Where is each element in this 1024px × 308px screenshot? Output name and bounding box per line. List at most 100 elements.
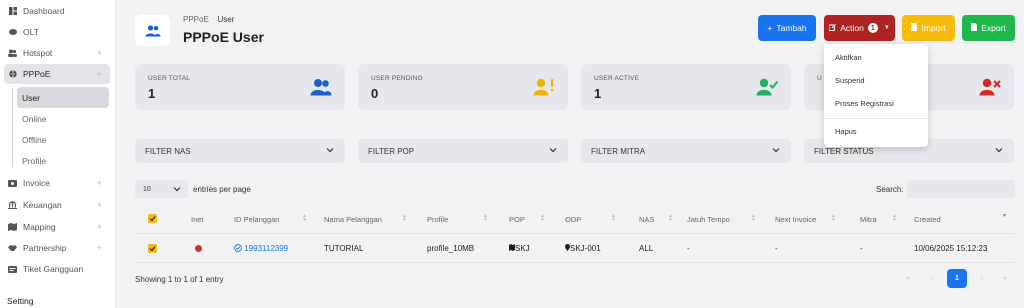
- sidebar-item-mapping[interactable]: Mapping +: [4, 217, 110, 237]
- stat-card-user-pending: USER PENDING 0: [358, 64, 568, 110]
- pagination-page-1[interactable]: 1: [947, 269, 967, 288]
- sort-icon[interactable]: ▲ ▼: [751, 214, 756, 223]
- tambah-label: Tambah: [776, 23, 807, 33]
- column-header-mitra[interactable]: Mitra: [860, 215, 877, 224]
- cell-odp: SKJ-001: [565, 244, 601, 253]
- expand-icon[interactable]: +: [97, 178, 102, 188]
- sidebar-item-invoice[interactable]: Invoice +: [4, 173, 110, 193]
- sidebar-item-label: Partnership: [23, 243, 67, 253]
- sidebar-item-label: OLT: [23, 27, 39, 37]
- cell-profile: profile_10MB: [427, 244, 475, 253]
- expand-icon[interactable]: +: [97, 48, 102, 58]
- menu-item-aktifkan[interactable]: Aktifkan: [835, 53, 862, 62]
- sort-icon[interactable]: ▲ ▼: [831, 214, 836, 223]
- sidebar-item-label: PPPoE: [23, 69, 51, 79]
- sidebar-item-tiket-gangguan[interactable]: Tiket Gangguan: [4, 259, 110, 279]
- filter-label: FILTER STATUS: [814, 146, 874, 156]
- olt-icon: [8, 28, 17, 37]
- sidebar-subitem-online[interactable]: Online: [17, 108, 109, 129]
- column-header-id-pelanggan[interactable]: ID Pelanggan: [234, 215, 279, 224]
- invoice-icon: [8, 179, 17, 188]
- pagination-first-button[interactable]: «: [898, 269, 918, 288]
- expand-icon[interactable]: +: [97, 243, 102, 253]
- sort-icon[interactable]: ▲ ▼: [611, 214, 616, 223]
- chevron-down-icon: [173, 187, 181, 192]
- menu-item-proses-registrasi[interactable]: Proses Registrasi: [835, 99, 894, 108]
- column-header-inet[interactable]: Inet: [191, 215, 204, 224]
- map-icon: [8, 223, 17, 232]
- filter-nas-select[interactable]: FILTER NAS: [135, 139, 345, 163]
- sort-icon[interactable]: ▲ ▼: [892, 214, 897, 223]
- sidebar: Dashboard OLT Hotspot + PPPoE + User Onl…: [0, 0, 116, 308]
- sidebar-item-olt[interactable]: OLT: [4, 22, 110, 42]
- column-header-profile[interactable]: Profile: [427, 215, 448, 224]
- filter-label: FILTER POP: [368, 146, 415, 156]
- sort-icon[interactable]: ▲ ▼: [302, 214, 307, 223]
- expand-icon[interactable]: +: [97, 222, 102, 232]
- plus-icon: +: [767, 23, 773, 33]
- sort-icon[interactable]: ▲ ▼: [483, 214, 488, 223]
- stat-value: 0: [371, 86, 379, 101]
- sidebar-item-keuangan[interactable]: Keuangan +: [4, 195, 110, 215]
- verified-icon: [234, 244, 242, 252]
- inet-status-dot: [195, 245, 202, 252]
- column-header-jatuh-tempo[interactable]: Jatuh Tempo: [687, 215, 730, 224]
- sidebar-item-pppoe[interactable]: PPPoE +: [4, 64, 110, 84]
- import-label: Import: [921, 23, 946, 33]
- sort-icon[interactable]: ▲ ▼: [668, 214, 673, 223]
- export-label: Export: [981, 23, 1006, 33]
- sidebar-item-dashboard[interactable]: Dashboard: [4, 1, 110, 21]
- id-pelanggan-link[interactable]: 1993112399: [244, 244, 288, 253]
- column-header-nas[interactable]: NAS: [639, 215, 654, 224]
- row-checkbox[interactable]: [148, 244, 157, 253]
- import-button[interactable]: Import: [902, 15, 955, 41]
- breadcrumb-separator: ·: [211, 15, 215, 24]
- pagination-last-button[interactable]: »: [995, 269, 1015, 288]
- sidebar-section-setting: Setting: [7, 296, 34, 306]
- select-all-checkbox[interactable]: [148, 214, 157, 223]
- ticket-icon: [8, 265, 17, 274]
- sidebar-item-partnership[interactable]: Partnership +: [4, 238, 110, 258]
- entries-per-page-select[interactable]: 10: [135, 180, 188, 198]
- filter-mitra-select[interactable]: FILTER MITRA: [581, 139, 791, 163]
- expand-icon[interactable]: +: [97, 69, 102, 79]
- pagination-prev-button[interactable]: ‹: [922, 269, 942, 288]
- cell-id-pelanggan[interactable]: 1993112399: [234, 244, 288, 253]
- dashboard-icon: [8, 7, 17, 16]
- search-input[interactable]: [907, 180, 1015, 198]
- expand-icon[interactable]: +: [97, 200, 102, 210]
- menu-item-suspend[interactable]: Suspend: [835, 76, 865, 85]
- sidebar-subitem-user[interactable]: User: [17, 87, 109, 108]
- pagination-next-button[interactable]: ›: [972, 269, 992, 288]
- odp-value: SKJ-001: [570, 244, 601, 253]
- action-button[interactable]: Action 1 ▼: [824, 15, 895, 41]
- export-button[interactable]: Export: [962, 15, 1015, 41]
- breadcrumb-parent[interactable]: PPPoE: [183, 15, 209, 24]
- file-icon: [971, 23, 978, 33]
- sidebar-item-label: Hotspot: [23, 48, 53, 58]
- pagination-info: Showing 1 to 1 of 1 entry: [135, 275, 224, 284]
- sort-icon[interactable]: ▲ ▼: [402, 214, 407, 223]
- sort-icon[interactable]: ▲ ▼: [540, 214, 545, 223]
- filter-pop-select[interactable]: FILTER POP: [358, 139, 568, 163]
- column-header-created[interactable]: Created: [914, 215, 941, 224]
- cell-nas: ALL: [639, 244, 654, 253]
- filter-label: FILTER MITRA: [591, 146, 646, 156]
- column-header-next-invoice[interactable]: Next Invoice: [775, 215, 816, 224]
- menu-item-hapus[interactable]: Hapus: [835, 127, 857, 136]
- chevron-down-icon: [772, 148, 780, 153]
- sort-desc-icon[interactable]: ▼: [1002, 214, 1007, 219]
- breadcrumb-current: User: [217, 15, 235, 24]
- tambah-button[interactable]: + Tambah: [758, 15, 816, 41]
- cell-pop: SKJ: [509, 244, 530, 253]
- column-header-pop[interactable]: POP: [509, 215, 525, 224]
- sidebar-subitem-offline[interactable]: Offline: [17, 129, 109, 150]
- globe-icon: [8, 70, 17, 79]
- stat-label: USER TOTAL: [148, 75, 191, 82]
- column-header-odp[interactable]: ODP: [565, 215, 581, 224]
- user-x-icon: [979, 78, 1001, 96]
- sidebar-item-hotspot[interactable]: Hotspot +: [4, 43, 110, 63]
- column-header-nama-pelanggan[interactable]: Nama Pelanggan: [324, 215, 382, 224]
- stat-label: USER PENDING: [371, 75, 423, 82]
- sidebar-subitem-profile[interactable]: Profile: [17, 150, 109, 171]
